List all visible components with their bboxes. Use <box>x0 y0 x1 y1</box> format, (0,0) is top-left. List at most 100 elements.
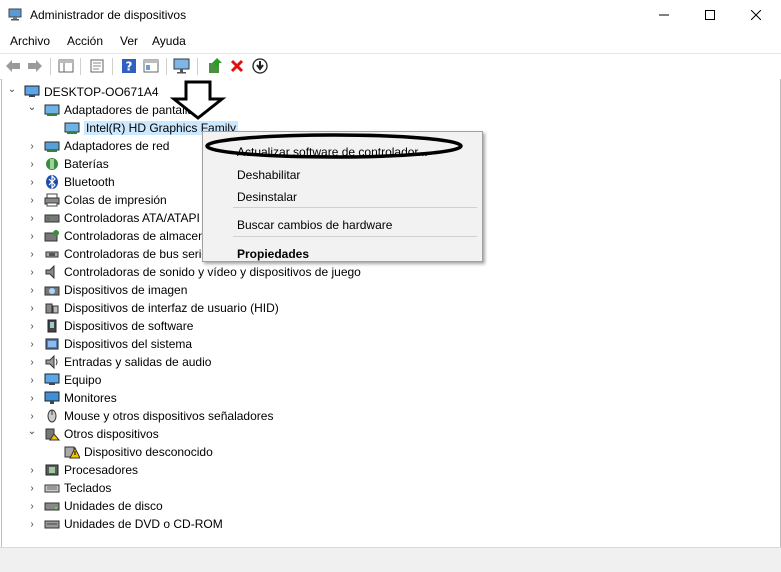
chevron-right-icon[interactable]: › <box>27 483 37 494</box>
camera-icon <box>44 286 60 296</box>
context-menu-item[interactable]: Desinstalar <box>237 190 297 204</box>
tree-item-label[interactable]: Controladoras de sonido y vídeo y dispos… <box>64 265 361 279</box>
update-driver-button[interactable] <box>206 57 224 75</box>
close-icon <box>751 10 761 20</box>
tree-item-label[interactable]: Bluetooth <box>64 175 115 189</box>
tree-item-label[interactable]: Otros dispositivos <box>64 427 159 441</box>
tree-item-label[interactable]: Monitores <box>64 391 117 405</box>
printer-icon <box>44 193 60 207</box>
chevron-right-icon[interactable]: › <box>27 393 37 404</box>
audio-io-icon <box>45 355 58 369</box>
tree-item-label[interactable]: Mouse y otros dispositivos señaladores <box>64 409 273 423</box>
tree-item-label[interactable]: Dispositivos del sistema <box>64 337 192 351</box>
maximize-icon <box>705 10 715 20</box>
chevron-right-icon[interactable]: › <box>27 465 37 476</box>
tree-item-label[interactable]: Teclados <box>64 481 111 495</box>
chevron-right-icon[interactable]: › <box>27 231 37 242</box>
uninstall-button[interactable] <box>228 57 246 75</box>
tree-item-label[interactable]: Unidades de DVD o CD-ROM <box>64 517 223 531</box>
chevron-right-icon[interactable]: › <box>27 303 37 314</box>
other-devices-icon <box>45 428 60 441</box>
forward-button[interactable] <box>26 57 44 75</box>
help-icon: ? <box>122 59 136 74</box>
chevron-right-icon[interactable]: › <box>27 267 37 278</box>
tree-item-label[interactable]: Colas de impresión <box>64 193 167 207</box>
monitor-scan-icon <box>173 58 190 74</box>
show-hide-icon <box>58 59 74 73</box>
context-menu-item[interactable]: Actualizar software de controlador... <box>237 145 428 159</box>
view-button[interactable] <box>142 57 160 75</box>
computer-icon <box>44 373 60 385</box>
chevron-down-icon[interactable]: ⌄ <box>27 426 37 437</box>
hid-icon <box>45 303 59 314</box>
chevron-down-icon[interactable]: ⌄ <box>27 102 37 113</box>
chevron-right-icon[interactable]: › <box>27 339 37 350</box>
tree-item-label[interactable]: Dispositivos de interfaz de usuario (HID… <box>64 301 279 315</box>
toolbar-separator <box>50 58 51 75</box>
chevron-right-icon[interactable]: › <box>27 141 37 152</box>
chevron-down-icon[interactable]: ⌄ <box>7 84 17 95</box>
menu-archivo[interactable]: Archivo <box>10 34 50 48</box>
tree-item-label[interactable]: Baterías <box>64 157 109 171</box>
show-hide-console-button[interactable] <box>57 57 75 75</box>
chevron-right-icon[interactable]: › <box>27 357 37 368</box>
minimize-icon <box>659 14 669 16</box>
tree-item-label[interactable]: Controladoras ATA/ATAPI <box>64 211 200 225</box>
properties-button[interactable] <box>88 57 106 75</box>
tree-item-label[interactable]: Dispositivo desconocido <box>84 445 213 459</box>
usb-icon <box>45 251 59 258</box>
dvd-icon <box>44 520 60 529</box>
chevron-right-icon[interactable]: › <box>27 159 37 170</box>
chevron-right-icon[interactable]: › <box>27 249 37 260</box>
svg-text:?: ? <box>126 60 133 74</box>
chevron-right-icon[interactable]: › <box>27 411 37 422</box>
chevron-right-icon[interactable]: › <box>27 285 37 296</box>
close-button[interactable] <box>733 0 779 30</box>
tree-item-label[interactable]: Dispositivos de imagen <box>64 283 187 297</box>
tree-item-label[interactable]: Entradas y salidas de audio <box>64 355 211 369</box>
scan-hardware-button[interactable] <box>173 57 191 75</box>
menu-ayuda[interactable]: Ayuda <box>152 34 186 48</box>
network-adapter-icon <box>44 141 60 152</box>
tree-root-label[interactable]: DESKTOP-OO671A4 <box>44 85 159 99</box>
context-menu-separator <box>233 207 477 208</box>
tree-item-label[interactable]: Equipo <box>64 373 101 387</box>
chevron-right-icon[interactable]: › <box>27 501 37 512</box>
menu-bar: Archivo Acción Ver Ayuda <box>0 31 781 53</box>
display-adapter-icon <box>64 122 80 134</box>
toolbar-separator <box>80 58 81 75</box>
chevron-right-icon[interactable]: › <box>27 519 37 530</box>
tree-item-label[interactable]: Adaptadores de red <box>64 139 169 153</box>
battery-icon <box>46 158 58 170</box>
download-button[interactable] <box>251 57 269 75</box>
device-manager-icon <box>8 8 22 21</box>
tree-item-label[interactable]: Procesadores <box>64 463 138 477</box>
chevron-right-icon[interactable]: › <box>27 195 37 206</box>
context-menu-item[interactable]: Deshabilitar <box>237 168 300 182</box>
tree-item-label[interactable]: Adaptadores de pantalla <box>64 103 194 117</box>
tree-item-label[interactable]: Unidades de disco <box>64 499 163 513</box>
monitor-icon <box>44 391 60 404</box>
computer-icon <box>24 85 40 97</box>
chevron-right-icon[interactable]: › <box>27 375 37 386</box>
uninstall-x-icon <box>230 59 244 73</box>
chevron-right-icon[interactable]: › <box>27 213 37 224</box>
menu-accion[interactable]: Acción <box>67 34 103 48</box>
minimize-button[interactable] <box>641 0 687 30</box>
context-menu-item[interactable]: Buscar cambios de hardware <box>237 218 392 232</box>
chevron-right-icon[interactable]: › <box>27 177 37 188</box>
title-bar: Administrador de dispositivos <box>0 0 781 30</box>
help-button[interactable]: ? <box>120 57 138 75</box>
window-title: Administrador de dispositivos <box>30 8 187 22</box>
tree-item-label[interactable]: Dispositivos de software <box>64 319 193 333</box>
processor-icon <box>45 464 59 476</box>
maximize-button[interactable] <box>687 0 733 30</box>
chevron-right-icon[interactable]: › <box>27 321 37 332</box>
context-menu-item[interactable]: Propiedades <box>237 247 309 261</box>
sound-icon <box>45 265 55 279</box>
back-button[interactable] <box>4 57 22 75</box>
menu-ver[interactable]: Ver <box>120 34 138 48</box>
ata-controller-icon <box>44 214 60 223</box>
bluetooth-icon <box>46 175 58 189</box>
view-icon <box>143 59 159 73</box>
